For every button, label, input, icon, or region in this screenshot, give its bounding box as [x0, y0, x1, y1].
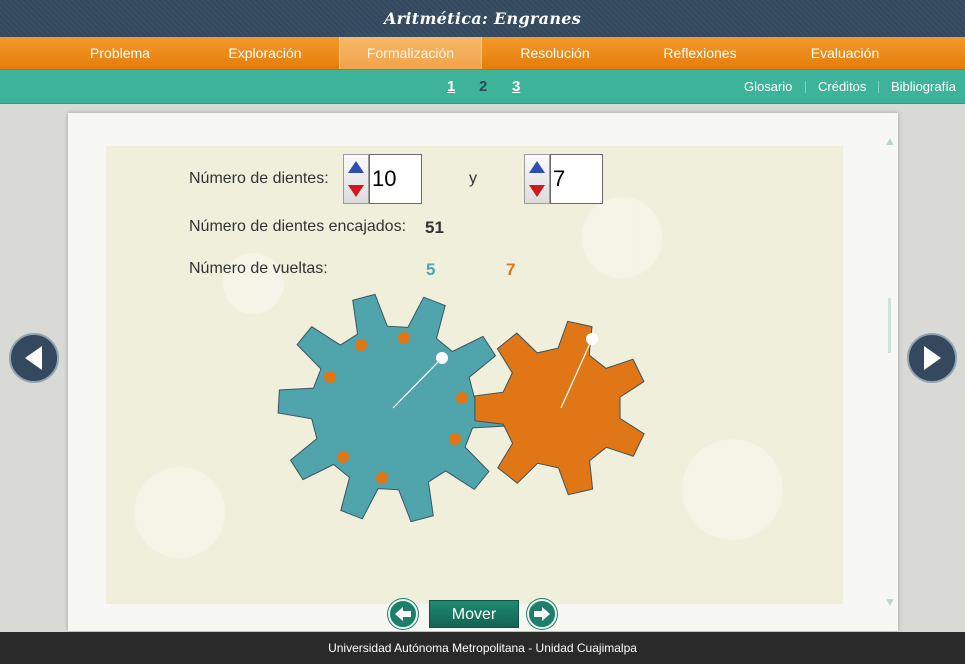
gear-activity-panel: Número de dientes: 10 y 7 Número de dien…: [106, 146, 843, 629]
divider: [878, 81, 879, 93]
scroll-up-icon[interactable]: ▲: [884, 135, 896, 147]
menu-item-evaluacion[interactable]: Evaluación: [785, 37, 905, 69]
divider: [805, 81, 806, 93]
content-stage: ▲ ▼ Número de dientes: 10 y 7 Número de …: [68, 113, 898, 631]
page-link-3[interactable]: 3: [512, 70, 520, 104]
teeth-a-input[interactable]: 10: [369, 154, 422, 204]
next-page-button[interactable]: [907, 333, 957, 383]
menu-item-exploracion[interactable]: Exploración: [205, 37, 325, 69]
footer-text: Universidad Autónoma Metropolitana - Uni…: [0, 632, 965, 664]
decrement-icon[interactable]: [344, 179, 368, 203]
chevron-left-icon: [25, 346, 42, 370]
app-title: Aritmética: Engranes: [0, 0, 965, 37]
teeth-b-input[interactable]: 7: [550, 154, 603, 204]
chevron-right-icon: [924, 346, 941, 370]
meshed-teeth-value: 51: [425, 218, 444, 237]
glosario-link[interactable]: Glosario: [744, 70, 792, 104]
meshed-tooth-marker: [324, 371, 336, 383]
scrollbar-thumb[interactable]: [888, 298, 891, 353]
meshed-teeth-label: Número de dientes encajados:: [189, 218, 407, 235]
main-menu: Problema Exploración Formalización Resol…: [0, 37, 965, 70]
menu-item-resolucion[interactable]: Resolución: [495, 37, 615, 69]
teal-gear-turns: 5: [426, 260, 436, 279]
orange-gear-turns: 7: [506, 260, 516, 279]
gear-body: [474, 320, 645, 496]
sub-navigation: 1 2 3 Glosario Créditos Bibliografía: [0, 70, 965, 104]
teeth-label: Número de dientes:: [189, 170, 329, 187]
teeth-a-spin-buttons: [343, 154, 369, 204]
increment-icon[interactable]: [344, 155, 368, 179]
orange-gear: [474, 320, 645, 496]
meshed-tooth-marker: [449, 433, 461, 445]
menu-item-formalizacion[interactable]: Formalización: [339, 37, 482, 69]
teeth-a-stepper[interactable]: 10: [343, 154, 422, 204]
arrow-right-icon: [534, 607, 550, 621]
page-link-1[interactable]: 1: [447, 70, 455, 104]
menu-item-reflexiones[interactable]: Reflexiones: [640, 37, 760, 69]
turns-label: Número de vueltas:: [189, 260, 328, 277]
connector-text: y: [469, 170, 477, 187]
meshed-tooth-marker: [337, 451, 349, 463]
teeth-b-stepper[interactable]: 7: [524, 154, 603, 204]
step-forward-button[interactable]: [527, 599, 557, 629]
gear-hand-knob: [586, 333, 598, 345]
gears-illustration: [277, 293, 645, 523]
gear-hand-knob: [436, 352, 448, 364]
meshed-tooth-marker: [398, 332, 410, 344]
teal-gear: [277, 293, 509, 523]
decrement-icon[interactable]: [525, 179, 549, 203]
bibliografia-link[interactable]: Bibliografía: [891, 70, 956, 104]
arrow-left-icon: [395, 607, 411, 621]
teeth-b-spin-buttons: [524, 154, 550, 204]
prev-page-button[interactable]: [9, 333, 59, 383]
meshed-tooth-marker: [456, 392, 468, 404]
page-link-2[interactable]: 2: [479, 70, 487, 104]
move-button[interactable]: Mover: [429, 600, 519, 628]
creditos-link[interactable]: Créditos: [818, 70, 866, 104]
increment-icon[interactable]: [525, 155, 549, 179]
menu-item-problema[interactable]: Problema: [60, 37, 180, 69]
scroll-down-icon[interactable]: ▼: [884, 596, 896, 608]
step-back-button[interactable]: [388, 599, 418, 629]
meshed-tooth-marker: [376, 472, 388, 484]
meshed-tooth-marker: [355, 339, 367, 351]
